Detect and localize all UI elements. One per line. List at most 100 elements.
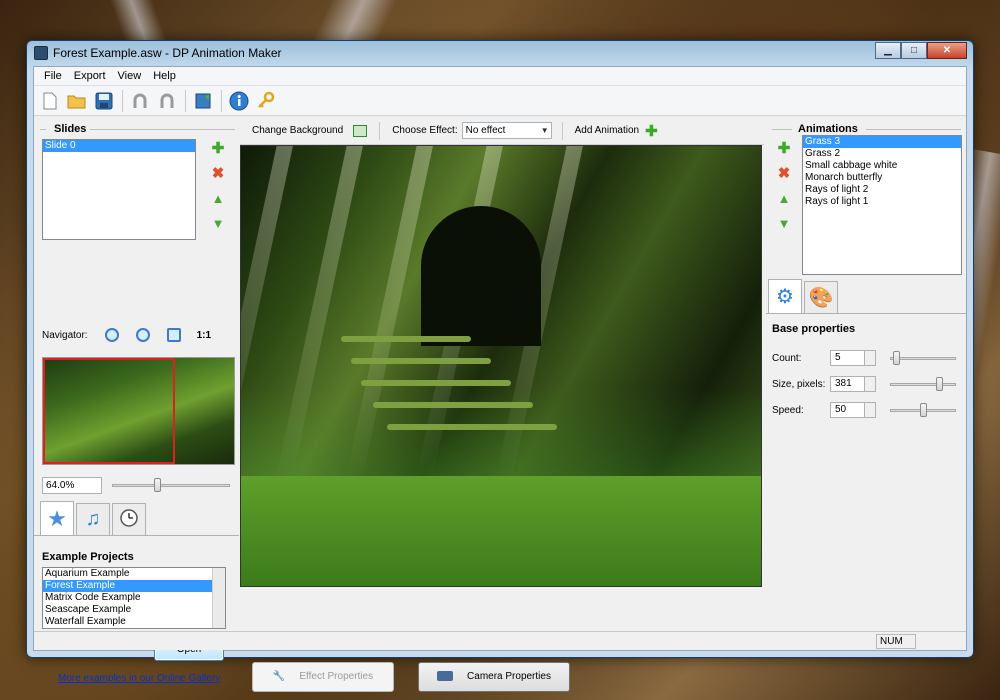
list-item[interactable]: Aquarium Example xyxy=(43,568,225,580)
move-down-icon[interactable]: ▼ xyxy=(776,216,792,232)
examples-title: Example Projects xyxy=(42,551,134,563)
title-bar[interactable]: Forest Example.asw - DP Animation Maker … xyxy=(27,41,973,65)
undo-icon[interactable] xyxy=(127,88,153,114)
count-label: Count: xyxy=(772,353,802,364)
slides-title: Slides xyxy=(54,123,87,135)
delete-animation-icon[interactable]: ✖ xyxy=(776,166,792,182)
music-tab[interactable]: ♫ xyxy=(76,503,110,535)
minimize-button[interactable]: ▁ xyxy=(875,42,901,59)
list-item[interactable]: Rays of light 1 xyxy=(803,196,961,208)
add-animation-button[interactable]: Add Animation xyxy=(575,125,640,136)
timer-tab[interactable] xyxy=(112,503,146,535)
viewport-frame[interactable] xyxy=(43,358,175,464)
close-button[interactable]: ✕ xyxy=(927,42,967,59)
divider xyxy=(561,121,563,140)
size-slider-thumb[interactable] xyxy=(936,377,944,391)
count-slider-thumb[interactable] xyxy=(892,351,900,365)
stone-step xyxy=(373,402,533,408)
move-up-icon[interactable]: ▲ xyxy=(776,191,792,207)
left-panel: Slides Slide 0 ✚ ✖ ▲ ▼ Navigator: 1:1 64… xyxy=(34,117,239,684)
delete-slide-icon[interactable]: ✖ xyxy=(210,166,226,182)
list-item[interactable]: Forest Example xyxy=(43,580,225,592)
export-video-icon[interactable] xyxy=(190,88,216,114)
zoom-slider-track[interactable] xyxy=(112,484,230,487)
size-spinner[interactable]: 381 xyxy=(830,376,876,392)
list-item[interactable]: Rays of light 2 xyxy=(803,184,961,196)
list-item[interactable]: Waterfall Example xyxy=(43,616,225,628)
properties-tab[interactable]: ⚙ xyxy=(768,279,802,313)
actual-size-button[interactable]: 1:1 xyxy=(197,330,211,341)
menu-bar: File Export View Help xyxy=(34,67,966,86)
examples-list[interactable]: Aquarium Example Forest Example Matrix C… xyxy=(42,567,226,629)
divider xyxy=(866,129,961,130)
size-slider-track[interactable] xyxy=(890,383,956,386)
list-item[interactable]: Small cabbage white xyxy=(803,160,961,172)
zoom-in-icon[interactable] xyxy=(104,328,119,342)
projects-tab[interactable]: ★ xyxy=(40,501,74,535)
window-title: Forest Example.asw - DP Animation Maker xyxy=(53,46,282,60)
redo-icon[interactable] xyxy=(154,88,180,114)
list-item[interactable]: Grass 2 xyxy=(803,148,961,160)
info-icon[interactable] xyxy=(226,88,252,114)
move-up-icon[interactable]: ▲ xyxy=(210,191,226,207)
palette-icon: 🎨 xyxy=(808,287,834,309)
menu-help[interactable]: Help xyxy=(147,70,182,82)
list-item[interactable]: Monarch butterfly xyxy=(803,172,961,184)
effect-select[interactable]: No effect xyxy=(461,122,552,139)
main-toolbar xyxy=(34,86,966,116)
menu-view[interactable]: View xyxy=(112,70,148,82)
list-item[interactable]: Slide 0 xyxy=(43,140,195,152)
camera-icon xyxy=(437,671,454,682)
list-item[interactable]: Seascape Example xyxy=(43,604,225,616)
toolbar-separator xyxy=(221,89,222,112)
center-area: Change Background Choose Effect: No effe… xyxy=(240,117,764,692)
zoom-slider-thumb[interactable] xyxy=(154,478,162,492)
add-slide-icon[interactable]: ✚ xyxy=(210,141,226,157)
move-down-icon[interactable]: ▼ xyxy=(210,216,226,232)
client-area: File Export View Help Slides Slide 0 ✚ ✖… xyxy=(33,66,967,692)
add-animation-list-icon[interactable]: ✚ xyxy=(776,141,792,157)
navigator-label: Navigator: xyxy=(42,329,88,341)
animation-canvas[interactable] xyxy=(240,145,762,587)
star-tab-icon: ★ xyxy=(47,505,67,531)
key-icon[interactable] xyxy=(253,88,279,114)
list-item[interactable]: Matrix Code Example xyxy=(43,592,225,604)
zoom-field[interactable]: 64.0% xyxy=(42,477,102,494)
animations-list[interactable]: Grass 3 Grass 2 Small cabbage white Mona… xyxy=(802,135,962,275)
list-item[interactable]: Grass 3 xyxy=(803,136,961,148)
grass-foreground xyxy=(241,476,761,586)
choose-effect-label: Choose Effect: xyxy=(392,125,458,136)
stone-step xyxy=(341,336,471,342)
right-panel: Animations ✚ ✖ ▲ ▼ Grass 3 Grass 2 Small… xyxy=(766,117,966,630)
menu-export[interactable]: Export xyxy=(68,70,112,82)
list-scrollbar[interactable] xyxy=(212,568,225,628)
effect-properties-button[interactable]: 🔧 Effect Properties xyxy=(252,662,394,692)
slides-list[interactable]: Slide 0 xyxy=(42,139,196,240)
open-folder-icon[interactable] xyxy=(64,88,90,114)
navigator-thumbnail[interactable] xyxy=(42,357,235,465)
maximize-button[interactable]: □ xyxy=(901,42,927,59)
zoom-out-icon[interactable] xyxy=(135,328,150,342)
camera-properties-button[interactable]: Camera Properties xyxy=(418,662,570,692)
new-file-icon[interactable] xyxy=(37,88,63,114)
light-ray xyxy=(276,146,367,480)
online-gallery-link[interactable]: More examples in our Online Gallery xyxy=(58,673,220,684)
camera-properties-label: Camera Properties xyxy=(467,671,551,682)
divider xyxy=(90,129,235,130)
toolbar-separator xyxy=(122,89,123,112)
speed-spinner[interactable]: 50 xyxy=(830,402,876,418)
change-background-button[interactable]: Change Background xyxy=(252,125,343,136)
music-tab-icon: ♫ xyxy=(85,508,101,530)
stone-step xyxy=(387,424,557,430)
menu-file[interactable]: File xyxy=(38,70,68,82)
appearance-tab[interactable]: 🎨 xyxy=(804,281,838,313)
fit-to-window-icon[interactable] xyxy=(166,328,181,342)
divider xyxy=(40,129,46,130)
count-spinner[interactable]: 5 xyxy=(830,350,876,366)
app-window: Forest Example.asw - DP Animation Maker … xyxy=(26,40,974,692)
add-animation-icon[interactable]: ✚ xyxy=(645,122,658,140)
save-icon[interactable] xyxy=(91,88,117,114)
animations-title: Animations xyxy=(798,123,858,135)
background-image-icon[interactable] xyxy=(353,124,368,137)
speed-slider-thumb[interactable] xyxy=(919,403,927,417)
